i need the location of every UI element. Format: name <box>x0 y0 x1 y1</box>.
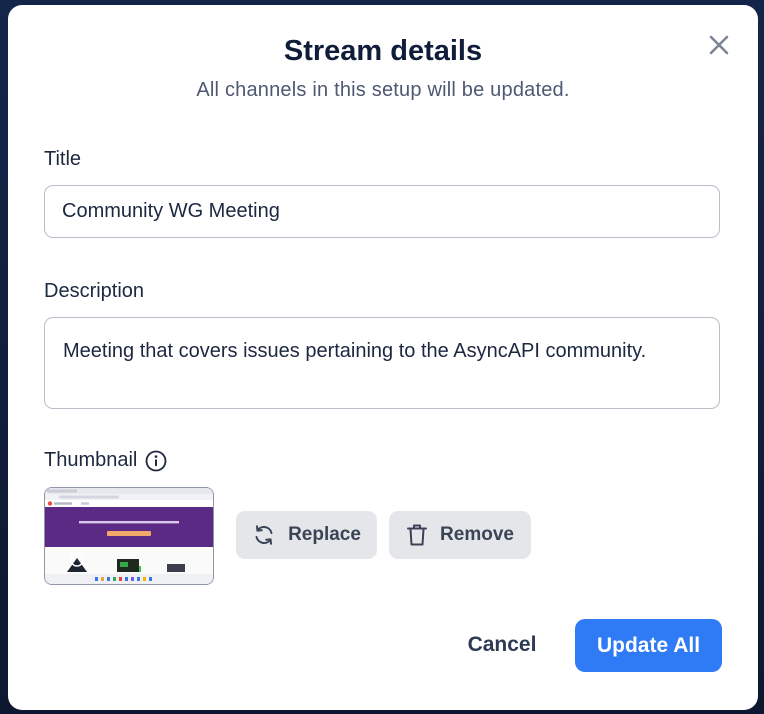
update-all-button[interactable]: Update All <box>575 619 722 672</box>
trash-icon <box>407 524 428 546</box>
stream-details-dialog: Stream details All channels in this setu… <box>8 5 758 710</box>
replace-button-label: Replace <box>288 524 361 545</box>
thumbnail-label: Thumbnail <box>44 449 138 471</box>
title-input-value: Community WG Meeting <box>62 200 280 222</box>
cancel-button[interactable]: Cancel <box>452 619 552 671</box>
description-value: Meeting that covers issues pertaining to… <box>63 340 647 362</box>
description-textarea[interactable]: Meeting that covers issues pertaining to… <box>44 317 720 409</box>
remove-thumbnail-button[interactable]: Remove <box>389 511 531 559</box>
dialog-subtitle: All channels in this setup will be updat… <box>196 79 570 101</box>
remove-button-label: Remove <box>440 524 514 545</box>
cancel-button-label: Cancel <box>467 633 537 656</box>
title-label: Title <box>44 148 82 170</box>
thumbnail-image <box>45 488 213 584</box>
dialog-title: Stream details <box>283 35 483 67</box>
info-icon[interactable] <box>145 450 167 472</box>
title-input[interactable]: Community WG Meeting <box>44 185 720 238</box>
refresh-icon <box>255 525 273 545</box>
replace-thumbnail-button[interactable]: Replace <box>236 511 377 559</box>
thumbnail-label-row: Thumbnail <box>44 449 167 472</box>
description-label: Description <box>44 280 145 302</box>
thumbnail-preview <box>44 487 214 585</box>
update-all-button-label: Update All <box>596 633 701 657</box>
